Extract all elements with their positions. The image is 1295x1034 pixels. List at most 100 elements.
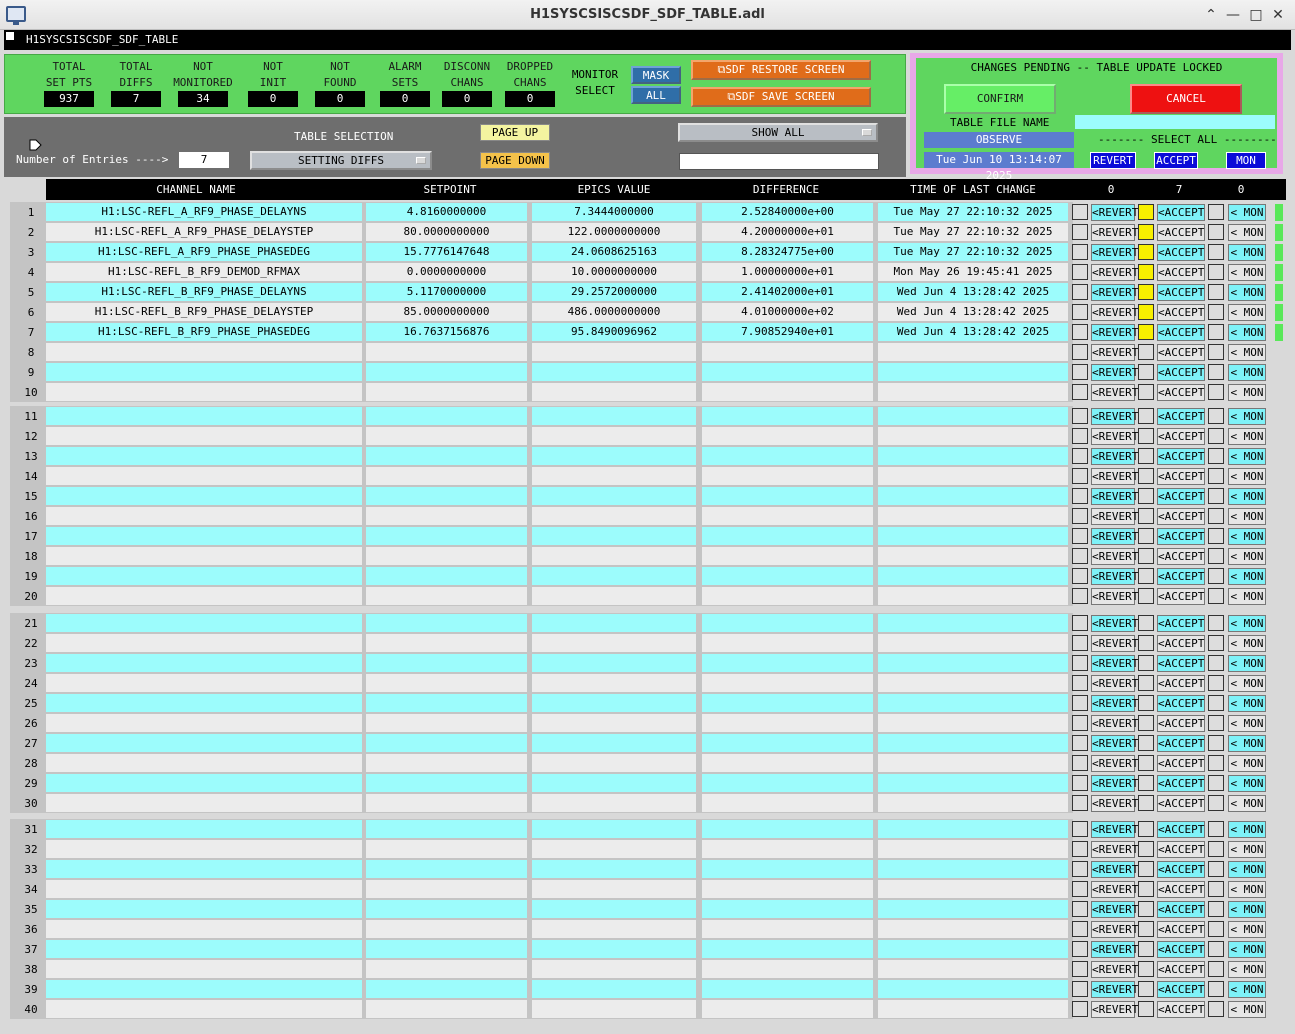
mon-checkbox[interactable] [1208, 468, 1224, 484]
mon-checkbox[interactable] [1208, 284, 1224, 300]
mon-button[interactable]: < MON [1228, 755, 1266, 772]
accept-button[interactable]: <ACCEPT [1157, 508, 1205, 525]
accept-button[interactable]: <ACCEPT [1157, 568, 1205, 585]
accept-button[interactable]: <ACCEPT [1157, 755, 1205, 772]
page-down-button[interactable]: PAGE DOWN [480, 152, 550, 169]
accept-checkbox[interactable] [1138, 508, 1154, 524]
accept-checkbox[interactable] [1138, 408, 1154, 424]
accept-button[interactable]: <ACCEPT [1157, 981, 1205, 998]
mon-checkbox[interactable] [1208, 795, 1224, 811]
revert-button[interactable]: <REVERT [1091, 588, 1138, 605]
revert-button[interactable]: <REVERT [1091, 528, 1138, 545]
confirm-button[interactable]: CONFIRM [944, 84, 1056, 114]
revert-button[interactable]: <REVERT [1091, 755, 1138, 772]
accept-checkbox[interactable] [1138, 735, 1154, 751]
all-button[interactable]: ALL [631, 86, 681, 104]
mon-checkbox[interactable] [1208, 841, 1224, 857]
mon-checkbox[interactable] [1208, 384, 1224, 400]
mon-checkbox[interactable] [1208, 428, 1224, 444]
mon-checkbox[interactable] [1208, 448, 1224, 464]
revert-button[interactable]: <REVERT [1091, 735, 1138, 752]
mon-button[interactable]: < MON [1228, 384, 1266, 401]
mon-checkbox[interactable] [1208, 568, 1224, 584]
mon-button[interactable]: < MON [1228, 735, 1266, 752]
revert-checkbox[interactable] [1072, 941, 1088, 957]
accept-button[interactable]: <ACCEPT [1157, 428, 1205, 445]
accept-checkbox[interactable] [1138, 821, 1154, 837]
mon-checkbox[interactable] [1208, 224, 1224, 240]
revert-button[interactable]: <REVERT [1091, 548, 1138, 565]
revert-button[interactable]: <REVERT [1091, 635, 1138, 652]
accept-button[interactable]: <ACCEPT [1157, 264, 1205, 281]
accept-checkbox[interactable] [1138, 488, 1154, 504]
mon-checkbox[interactable] [1208, 655, 1224, 671]
revert-checkbox[interactable] [1072, 901, 1088, 917]
mon-checkbox[interactable] [1208, 615, 1224, 631]
mon-checkbox[interactable] [1208, 244, 1224, 260]
revert-button[interactable]: <REVERT [1091, 568, 1138, 585]
mon-button[interactable]: < MON [1228, 861, 1266, 878]
revert-checkbox[interactable] [1072, 204, 1088, 220]
revert-checkbox[interactable] [1072, 324, 1088, 340]
mon-checkbox[interactable] [1208, 304, 1224, 320]
accept-button[interactable]: <ACCEPT [1157, 224, 1205, 241]
revert-checkbox[interactable] [1072, 384, 1088, 400]
revert-checkbox[interactable] [1072, 615, 1088, 631]
accept-button[interactable]: <ACCEPT [1157, 921, 1205, 938]
mon-button[interactable]: < MON [1228, 715, 1266, 732]
accept-button[interactable]: <ACCEPT [1157, 364, 1205, 381]
mon-checkbox[interactable] [1208, 508, 1224, 524]
mon-button[interactable]: < MON [1228, 364, 1266, 381]
accept-checkbox[interactable] [1138, 615, 1154, 631]
mon-button[interactable]: < MON [1228, 408, 1266, 425]
revert-checkbox[interactable] [1072, 755, 1088, 771]
accept-checkbox[interactable] [1138, 921, 1154, 937]
mon-button[interactable]: < MON [1228, 821, 1266, 838]
accept-button[interactable]: <ACCEPT [1157, 795, 1205, 812]
mon-checkbox[interactable] [1208, 548, 1224, 564]
revert-checkbox[interactable] [1072, 635, 1088, 651]
revert-button[interactable]: <REVERT [1091, 488, 1138, 505]
accept-button[interactable]: <ACCEPT [1157, 615, 1205, 632]
revert-button[interactable]: <REVERT [1091, 821, 1138, 838]
revert-button[interactable]: <REVERT [1091, 655, 1138, 672]
accept-checkbox[interactable] [1138, 284, 1154, 300]
maximize-icon[interactable]: □ [1246, 5, 1266, 25]
accept-checkbox[interactable] [1138, 881, 1154, 897]
accept-button[interactable]: <ACCEPT [1157, 841, 1205, 858]
revert-checkbox[interactable] [1072, 821, 1088, 837]
mon-button[interactable]: < MON [1228, 615, 1266, 632]
mon-button[interactable]: < MON [1228, 795, 1266, 812]
mon-button[interactable]: < MON [1228, 488, 1266, 505]
mon-button[interactable]: < MON [1228, 204, 1266, 221]
accept-button[interactable]: <ACCEPT [1157, 675, 1205, 692]
revert-checkbox[interactable] [1072, 428, 1088, 444]
mon-button[interactable]: < MON [1228, 344, 1266, 361]
revert-checkbox[interactable] [1072, 861, 1088, 877]
accept-checkbox[interactable] [1138, 588, 1154, 604]
mon-checkbox[interactable] [1208, 961, 1224, 977]
mon-checkbox[interactable] [1208, 204, 1224, 220]
accept-button[interactable]: <ACCEPT [1157, 821, 1205, 838]
revert-button[interactable]: <REVERT [1091, 384, 1138, 401]
sdf-restore-screen-button[interactable]: ⧉SDF RESTORE SCREEN [691, 60, 871, 80]
mon-checkbox[interactable] [1208, 488, 1224, 504]
mon-button[interactable]: < MON [1228, 528, 1266, 545]
accept-button[interactable]: <ACCEPT [1157, 448, 1205, 465]
mon-checkbox[interactable] [1208, 821, 1224, 837]
mon-button[interactable]: < MON [1228, 508, 1266, 525]
revert-button[interactable]: <REVERT [1091, 324, 1138, 341]
mon-button[interactable]: < MON [1228, 655, 1266, 672]
minimize-icon[interactable]: — [1223, 5, 1243, 25]
revert-checkbox[interactable] [1072, 695, 1088, 711]
mon-checkbox[interactable] [1208, 1001, 1224, 1017]
revert-checkbox[interactable] [1072, 244, 1088, 260]
mon-checkbox[interactable] [1208, 901, 1224, 917]
accept-button[interactable]: <ACCEPT [1157, 468, 1205, 485]
accept-checkbox[interactable] [1138, 264, 1154, 280]
revert-checkbox[interactable] [1072, 675, 1088, 691]
mon-checkbox[interactable] [1208, 861, 1224, 877]
mon-button[interactable]: < MON [1228, 635, 1266, 652]
accept-button[interactable]: <ACCEPT [1157, 324, 1205, 341]
accept-button[interactable]: <ACCEPT [1157, 961, 1205, 978]
